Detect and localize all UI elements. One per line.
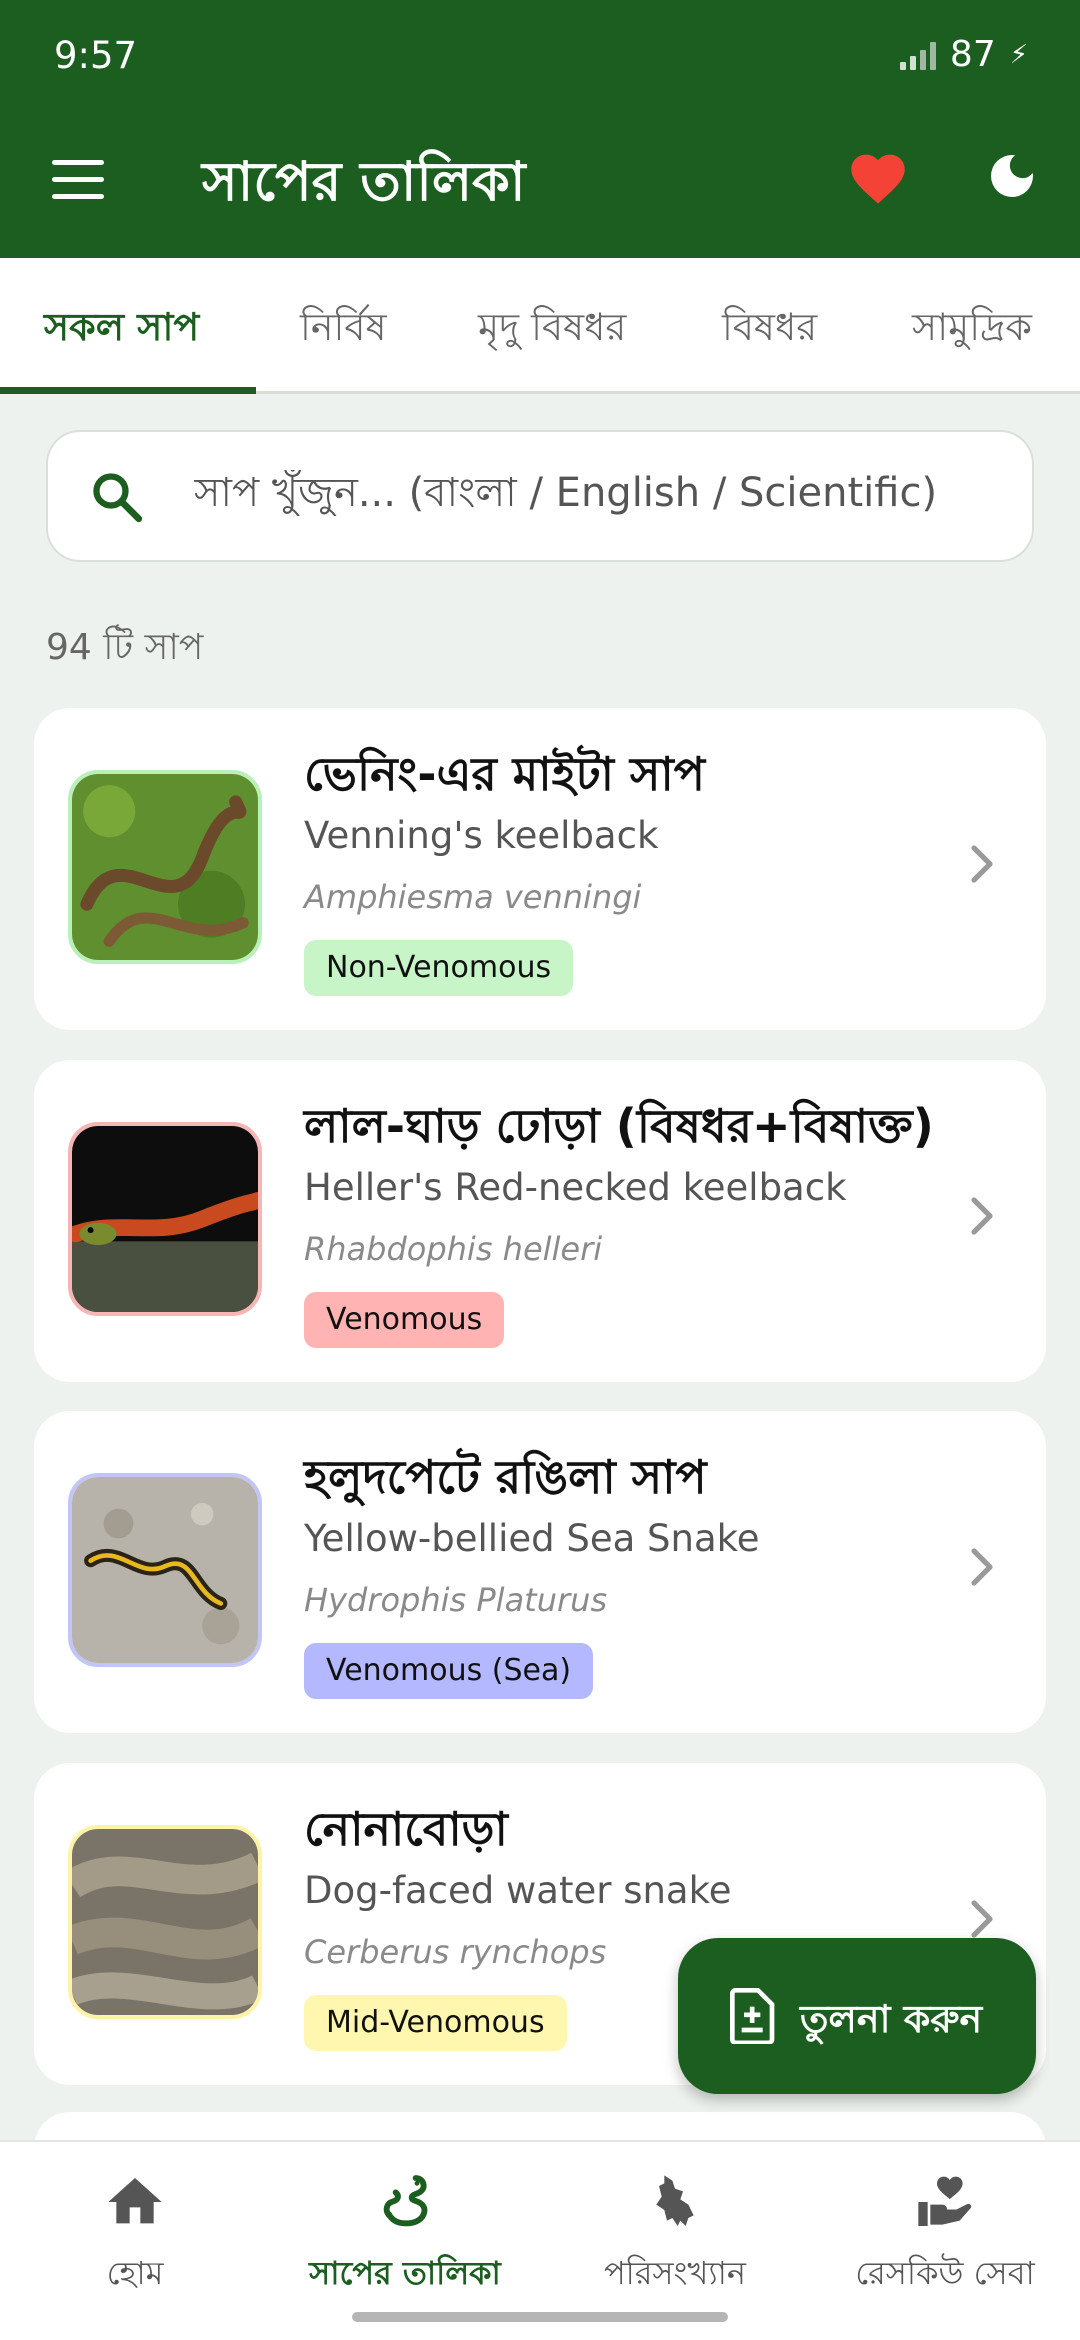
moon-icon[interactable] xyxy=(984,148,1040,204)
home-indicator xyxy=(352,2312,728,2322)
snake-scientific-name: Hydrophis Platurus xyxy=(304,1581,608,1619)
snake-name-bangla: নোনাবোড়া xyxy=(304,1802,508,1856)
venom-badge: Non-Venomous xyxy=(304,940,574,996)
snake-name-english: Yellow-bellied Sea Snake xyxy=(304,1517,760,1560)
page-title: সাপের তালিকা xyxy=(202,150,526,213)
nav-home[interactable]: হোম xyxy=(0,2170,270,2302)
heart-icon[interactable] xyxy=(846,146,910,206)
snake-scientific-name: Cerberus rynchops xyxy=(304,1933,607,1971)
snake-photo xyxy=(68,1473,262,1667)
snake-name-english: Heller's Red-necked keelback xyxy=(304,1166,847,1209)
venom-badge: Venomous (Sea) xyxy=(304,1643,594,1699)
snake-name-bangla: হলুদপেটে রঙিলা সাপ xyxy=(304,1450,707,1504)
snake-count: 94 টি সাপ xyxy=(46,627,204,668)
menu-icon[interactable] xyxy=(52,160,106,200)
rescue-hand-heart-icon xyxy=(918,2176,972,2226)
snake-name-english: Venning's keelback xyxy=(304,814,659,857)
compare-list-icon xyxy=(730,1988,775,2044)
tab-sea-snakes[interactable]: সামুদ্রিক xyxy=(912,298,1032,362)
chevron-right-icon xyxy=(971,1197,993,1235)
app-header: 9:57 87 ⚡ সাপের তালিকা xyxy=(0,0,1080,258)
snake-name-bangla: ভেনিং-এর মাইটা সাপ xyxy=(304,747,705,801)
search-icon xyxy=(93,473,143,523)
compare-button[interactable]: তুলনা করুন xyxy=(678,1938,1036,2094)
venom-badge: Mid-Venomous xyxy=(304,1995,567,2051)
snake-name-english: Dog-faced water snake xyxy=(304,1869,732,1912)
nav-label: সাপের তালিকা xyxy=(309,2254,501,2292)
snake-photo xyxy=(68,770,262,964)
bangladesh-map-icon xyxy=(656,2175,694,2226)
category-tabs: সকল সাপ নির্বিষ মৃদু বিষধর বিষধর সামুদ্র… xyxy=(0,258,1080,394)
snake-scientific-name: Amphiesma venningi xyxy=(304,878,642,916)
snake-scientific-name: Rhabdophis helleri xyxy=(304,1230,603,1268)
bottom-navigation: হোম সাপের তালিকা পরিসংখ্যান রেসকিউ সেবা xyxy=(0,2140,1080,2340)
tab-all-snakes[interactable]: সকল সাপ xyxy=(44,298,199,362)
tab-indicator xyxy=(0,387,256,394)
search-bar[interactable] xyxy=(46,430,1034,562)
snake-photo xyxy=(68,1122,262,1316)
nav-snake-list[interactable]: সাপের তালিকা xyxy=(270,2170,540,2302)
nav-label: পরিসংখ্যান xyxy=(603,2254,747,2292)
snake-name-bangla: লাল-ঘাড় ঢোড়া (বিষধর+বিষাক্ত) xyxy=(304,1099,934,1153)
chevron-right-icon xyxy=(971,1548,993,1586)
snake-card[interactable]: হলুদপেটে রঙিলা সাপ Yellow-bellied Sea Sn… xyxy=(34,1411,1046,1733)
home-icon xyxy=(108,2178,162,2224)
chevron-right-icon xyxy=(971,1900,993,1938)
compare-button-label: তুলনা করুন xyxy=(800,1997,983,2041)
snake-card[interactable]: লাল-ঘাড় ঢোড়া (বিষধর+বিষাক্ত) Heller's … xyxy=(34,1060,1046,1382)
signal-icon xyxy=(899,40,936,70)
status-indicators: 87 ⚡ xyxy=(899,34,1028,75)
nav-statistics[interactable]: পরিসংখ্যান xyxy=(540,2170,810,2302)
charging-icon: ⚡ xyxy=(1009,39,1028,70)
tab-mild-venomous[interactable]: মৃদু বিষধর xyxy=(478,298,626,362)
nav-label: রেসকিউ সেবা xyxy=(855,2254,1035,2292)
tab-venomous[interactable]: বিষধর xyxy=(722,298,817,362)
snake-icon xyxy=(383,2175,428,2227)
nav-rescue-service[interactable]: রেসকিউ সেবা xyxy=(810,2170,1080,2302)
venom-badge: Venomous xyxy=(304,1292,505,1348)
snake-card[interactable]: ভেনিং-এর মাইটা সাপ Venning's keelback Am… xyxy=(34,708,1046,1030)
tab-non-venomous[interactable]: নির্বিষ xyxy=(300,298,387,362)
status-time: 9:57 xyxy=(54,34,138,77)
snake-photo xyxy=(68,1825,262,2019)
battery-level: 87 xyxy=(949,34,996,75)
chevron-right-icon xyxy=(971,845,993,883)
nav-label: হোম xyxy=(106,2254,164,2292)
search-input[interactable] xyxy=(194,470,1014,516)
